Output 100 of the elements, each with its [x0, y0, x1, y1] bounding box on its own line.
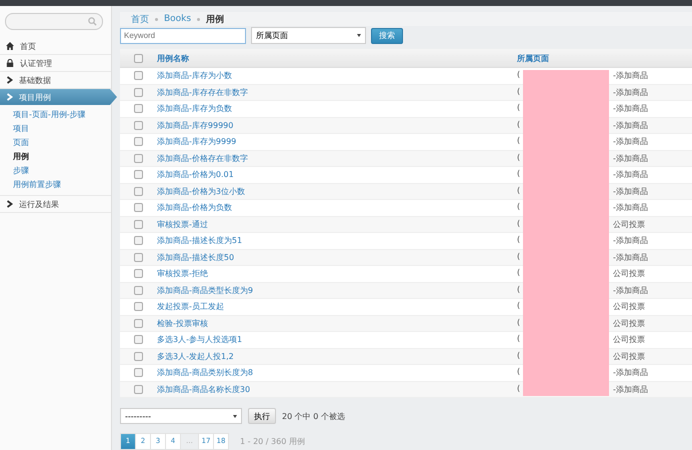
search-button[interactable]: 搜索 — [371, 28, 403, 44]
table-cell: 公司投票 — [613, 318, 645, 329]
case-link[interactable]: 审核投票-拒绝 — [157, 269, 208, 278]
case-link[interactable]: 添加商品-价格为3位小数 — [157, 186, 245, 196]
page-dropdown[interactable]: 所属页面 — [251, 27, 366, 44]
table-cell-text: ( — [517, 252, 522, 263]
caret-icon — [357, 34, 361, 37]
separator-dot — [197, 18, 200, 20]
submenu-item[interactable]: 用例 — [13, 150, 111, 164]
table-cell-text: ( — [517, 103, 522, 114]
case-link[interactable]: 添加商品-价格存在非数字 — [157, 154, 248, 163]
home-icon — [6, 42, 14, 50]
checkbox[interactable] — [134, 88, 143, 97]
table-cell: -添加商品 — [613, 284, 648, 296]
sidebar-item[interactable]: 首页 — [0, 38, 111, 55]
checkbox[interactable] — [134, 318, 143, 328]
checkbox[interactable] — [134, 170, 143, 180]
table-cell-text: ( — [517, 202, 522, 214]
checkbox[interactable] — [134, 286, 143, 295]
case-link[interactable]: 添加商品-库存存在非数字 — [157, 88, 248, 97]
case-link[interactable]: 添加商品-库存99990 — [157, 120, 234, 130]
case-link[interactable]: 添加商品-库存为小数 — [157, 71, 232, 80]
submenu-item[interactable]: 步骤 — [13, 164, 111, 178]
checkbox[interactable] — [134, 335, 143, 344]
case-link[interactable]: 添加商品-价格为负数 — [157, 203, 232, 212]
case-link[interactable]: 添加商品-描述长度为51 — [157, 236, 242, 246]
table-cell: -添加商品 — [613, 384, 648, 395]
column-header[interactable]: 用例名称 — [157, 54, 189, 62]
table-cell-text: ( — [517, 384, 522, 395]
breadcrumb-link[interactable]: Books — [164, 14, 192, 24]
checkbox[interactable] — [134, 302, 143, 312]
checkbox[interactable] — [134, 203, 143, 212]
case-link[interactable]: 添加商品-商品类型长度为9 — [157, 286, 253, 295]
lock-icon — [6, 59, 14, 67]
sidebar-item[interactable]: 运行及结果 — [0, 196, 111, 213]
selection-count: 20 个中 0 个被选 — [282, 410, 345, 422]
table-cell: 公司投票 — [613, 334, 645, 346]
table-cell-text: ( — [517, 268, 522, 280]
table-cell: -添加商品 — [613, 103, 648, 114]
case-link[interactable]: 添加商品-商品类别长度为8 — [157, 368, 253, 378]
breadcrumb-link[interactable]: 首页 — [131, 12, 149, 26]
table-cell-text: ( — [517, 218, 522, 230]
separator-dot — [155, 18, 158, 20]
table-cell: 公司投票 — [613, 301, 645, 312]
checkbox[interactable] — [134, 368, 143, 378]
page-summary: 1 - 20 / 360 用例 — [240, 436, 305, 447]
checkbox[interactable] — [134, 54, 143, 62]
table-cell-text: ( — [517, 367, 522, 378]
checkbox[interactable] — [134, 120, 143, 130]
table-cell-text: ( — [517, 169, 522, 180]
case-link[interactable]: 添加商品-商品名称长度30 — [157, 384, 250, 394]
table-cell-text: ( — [517, 120, 522, 131]
checkbox[interactable] — [134, 236, 143, 246]
caret-icon — [233, 414, 237, 418]
table-cell-text: ( — [517, 284, 522, 296]
table-cell: -添加商品 — [613, 235, 648, 246]
case-link[interactable]: 添加商品-库存为9999 — [157, 137, 236, 146]
chevron-icon — [6, 200, 13, 208]
keyword-field[interactable]: Keyword — [120, 28, 246, 44]
table-cell-text: ( — [517, 301, 522, 312]
chevron-icon — [6, 76, 13, 84]
table-cell: -添加商品 — [613, 70, 648, 82]
submenu-item[interactable]: 项目 — [13, 122, 111, 136]
case-link[interactable]: 检验-投票审核 — [157, 318, 208, 328]
action-dropdown[interactable]: --------- — [120, 408, 242, 424]
case-link[interactable]: 审核投票-通过 — [157, 220, 208, 229]
submenu-item[interactable]: 用例前置步骤 — [13, 178, 111, 192]
checkbox[interactable] — [134, 269, 143, 278]
table-cell: -添加商品 — [613, 86, 648, 98]
table-cell-text: ( — [517, 318, 522, 329]
checkbox[interactable] — [134, 104, 143, 114]
table-cell: 公司投票 — [613, 350, 645, 362]
checkbox[interactable] — [134, 71, 143, 80]
case-link[interactable]: 添加商品-库存为负数 — [157, 104, 232, 114]
checkbox[interactable] — [134, 137, 143, 146]
case-link[interactable]: 发起投票-员工发起 — [157, 302, 224, 312]
case-link[interactable]: 多选3人-参与人投选项1 — [157, 335, 242, 344]
submenu-item[interactable]: 项目-页面-用例-步骤 — [13, 108, 111, 122]
sidebar-item[interactable]: 项目用例 — [0, 89, 117, 105]
case-link[interactable]: 添加商品-描述长度50 — [157, 252, 234, 262]
chevron-icon — [6, 93, 13, 101]
table-cell: 公司投票 — [613, 268, 645, 280]
sidebar-item[interactable]: 认证管理 — [0, 55, 111, 72]
checkbox[interactable] — [134, 384, 143, 394]
column-header[interactable]: 所属页面 — [517, 52, 549, 64]
submenu-item[interactable]: 页面 — [13, 136, 111, 150]
checkbox[interactable] — [134, 352, 143, 361]
checkbox[interactable] — [134, 252, 143, 262]
checkbox[interactable] — [134, 154, 143, 163]
checkbox[interactable] — [134, 220, 143, 229]
case-link[interactable]: 多选3人-发起人投1,2 — [157, 352, 234, 361]
checkbox[interactable] — [134, 186, 143, 196]
run-button[interactable]: 执行 — [248, 408, 276, 424]
table-cell: -添加商品 — [613, 202, 648, 214]
search-field[interactable] — [5, 13, 103, 30]
table-cell-text: ( — [517, 136, 522, 148]
case-link[interactable]: 添加商品-价格为0.01 — [157, 170, 234, 180]
table-cell: -添加商品 — [613, 136, 648, 148]
table-cell: -添加商品 — [613, 186, 648, 197]
table-cell-text: ( — [517, 70, 522, 82]
